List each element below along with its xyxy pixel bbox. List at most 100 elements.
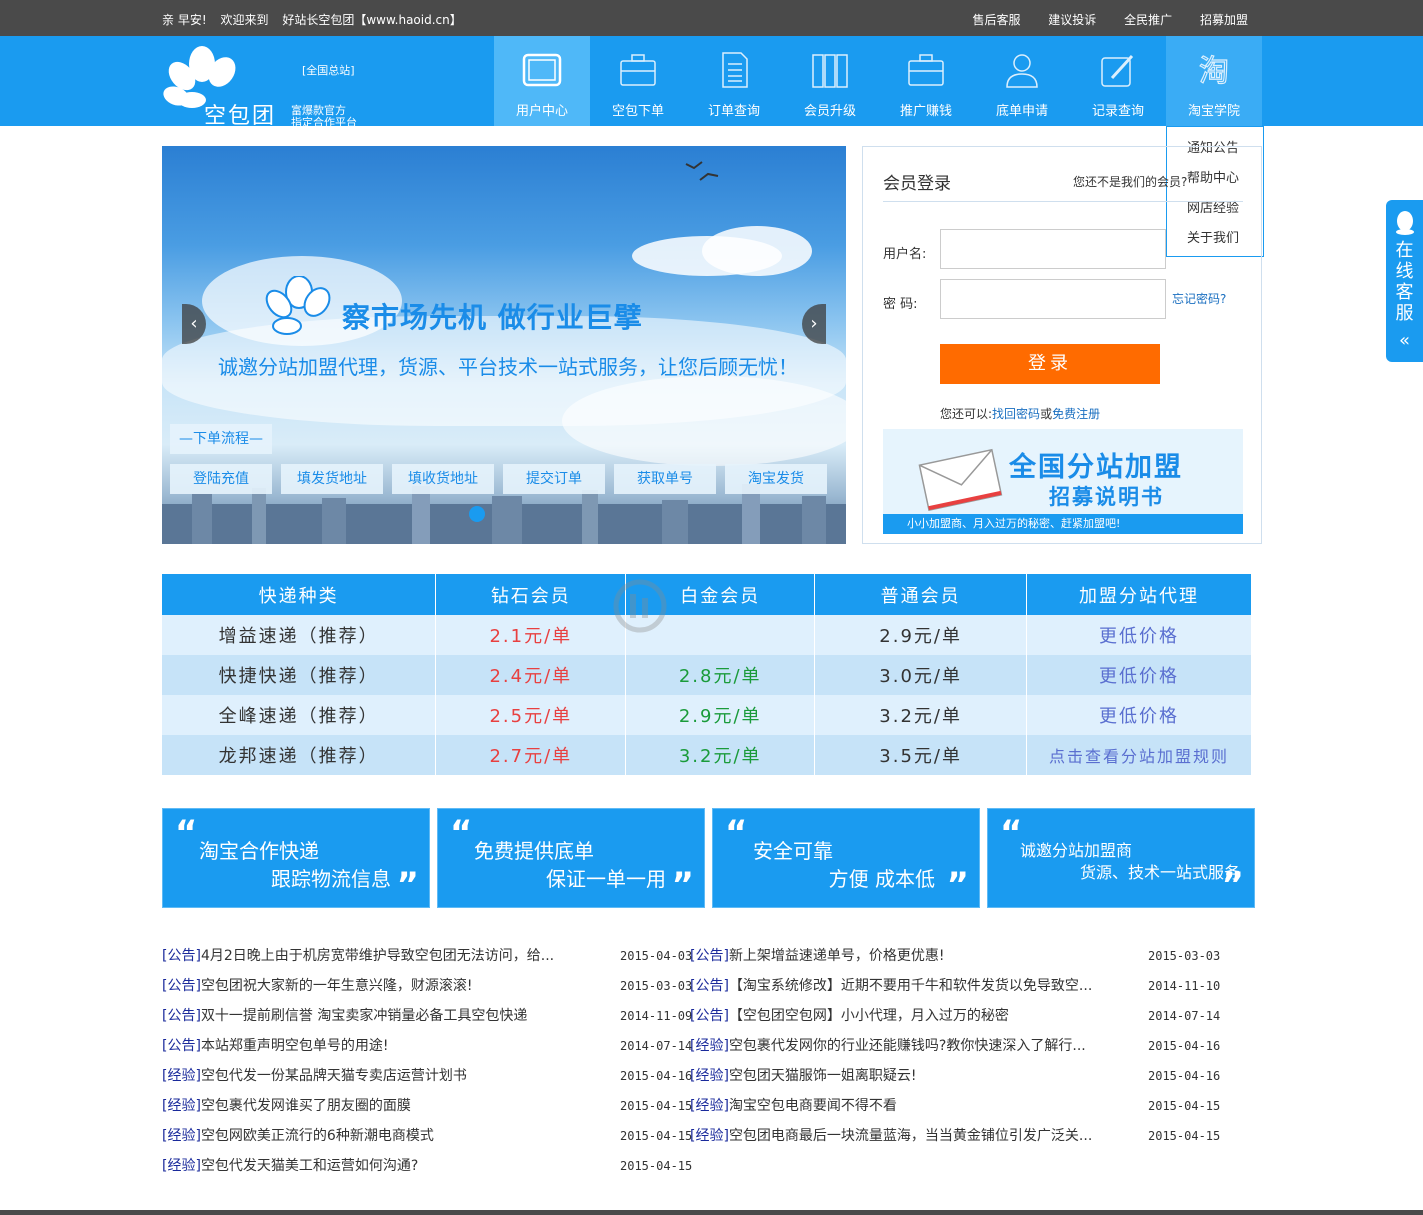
news-tag: [经验] xyxy=(162,1098,201,1114)
quote-open-icon: “ xyxy=(725,813,748,853)
price-franchise[interactable]: 更低价格 xyxy=(1026,615,1252,655)
nav-receipt-apply[interactable]: 底单申请 xyxy=(974,36,1070,126)
quote-open-icon: “ xyxy=(1000,813,1023,853)
quote-open-icon: “ xyxy=(175,813,198,853)
quote-close-icon: ” xyxy=(671,865,694,905)
greeting-hello: 亲 早安! xyxy=(162,13,207,27)
step-recharge[interactable]: 登陆充值 xyxy=(170,464,272,494)
price-franchise[interactable]: 更低价格 xyxy=(1026,655,1252,695)
login-button[interactable]: 登录 xyxy=(940,344,1160,384)
price-platinum: 3.2元/单 xyxy=(625,735,816,775)
list-item[interactable]: [公告]本站郑重声明空包单号的用途! 2014-07-14 xyxy=(162,1036,692,1066)
online-service[interactable]: 在线客服 « xyxy=(1386,200,1423,362)
nav-order-query[interactable]: 订单查询 xyxy=(686,36,782,126)
link-complaint[interactable]: 建议投诉 xyxy=(1048,13,1096,27)
list-item[interactable]: [经验]空包网欧美正流行的6种新潮电商模式 2015-04-15 xyxy=(162,1126,692,1156)
step-sender-address[interactable]: 填发货地址 xyxy=(281,464,383,494)
step-get-number[interactable]: 获取单号 xyxy=(614,464,716,494)
user-icon xyxy=(1006,54,1038,88)
news-title: 本站郑重声明空包单号的用途! xyxy=(200,1038,389,1054)
feature-line1: 免费提供底单 xyxy=(474,839,594,863)
price-platinum: 2.9元/单 xyxy=(625,695,816,735)
promo-strip: 小小加盟商、月入过万的秘密、赶紧加盟吧! xyxy=(883,514,1243,534)
forgot-password-link[interactable]: 忘记密码? xyxy=(1172,290,1226,307)
list-item[interactable]: [公告]空包团祝大家新的一年生意兴隆，财源滚滚! 2015-03-03 xyxy=(162,976,692,1006)
franchise-rules-link[interactable]: 点击查看分站加盟规则 xyxy=(1026,735,1252,775)
news-tag: [经验] xyxy=(690,1098,729,1114)
divider xyxy=(883,201,1243,202)
feature-card: “ 淘宝合作快递 跟踪物流信息 ” xyxy=(162,808,430,908)
list-item[interactable]: [公告]4月2日晚上由于机房宽带维护导致空包团无法访问，给... 2015-04-… xyxy=(162,946,692,976)
news-date: 2014-07-14 xyxy=(620,1039,693,1053)
nav-user-center[interactable]: 用户中心 xyxy=(494,36,590,126)
table-row: 快捷快递（推荐） 2.4元/单 2.8元/单 3.0元/单 更低价格 xyxy=(162,655,1252,695)
news-title: 【空包团空包网】小小代理，月入过万的秘密 xyxy=(728,1008,1009,1024)
pen-icon xyxy=(1101,54,1134,87)
express-name: 快捷快递（推荐） xyxy=(162,655,437,695)
list-item[interactable]: [公告]【淘宝系统修改】近期不要用千牛和软件发货以免导致空... 2014-11-… xyxy=(690,976,1220,1006)
process-title: —下单流程— xyxy=(170,424,272,454)
nav-label: 底单申请 xyxy=(995,104,1048,119)
express-name: 全峰速递（推荐） xyxy=(162,695,437,735)
link-promotion[interactable]: 全民推广 xyxy=(1124,13,1172,27)
alt-prefix: 您还可以: xyxy=(940,407,993,421)
news-date: 2014-11-10 xyxy=(1148,979,1221,993)
nav-taobao-academy[interactable]: 淘 淘宝学院 xyxy=(1166,36,1262,126)
brand-name: 空包团 xyxy=(204,104,277,129)
birds-icon xyxy=(685,161,719,181)
list-item[interactable]: [经验]空包团电商最后一块流量蓝海，当当黄金铺位引发广泛关... 2015-04-… xyxy=(690,1126,1220,1156)
quote-close-icon: ” xyxy=(946,865,969,905)
news-title: 空包裹代发网谁买了朋友圈的面膜 xyxy=(200,1098,411,1114)
list-item[interactable]: [经验]空包代发一份某品牌天猫专卖店运营计划书 2015-04-16 xyxy=(162,1066,692,1096)
header: [全国总站] 空包团 富爆款官方 指定合作平台 用户中心 空包下单 订单查询 会… xyxy=(0,36,1423,129)
step-receiver-address[interactable]: 填收货地址 xyxy=(392,464,494,494)
news-title: 空包代发一份某品牌天猫专卖店运营计划书 xyxy=(200,1068,467,1084)
site-logo[interactable]: [全国总站] 空包团 富爆款官方 指定合作平台 xyxy=(162,46,362,129)
taobao-icon: 淘 xyxy=(1198,53,1229,89)
nav-place-order[interactable]: 空包下单 xyxy=(590,36,686,126)
free-register-link[interactable]: 免费注册 xyxy=(1052,407,1100,421)
list-item[interactable]: [经验]空包团天猫服饰一姐离职疑云! 2015-04-16 xyxy=(690,1066,1220,1096)
login-title: 会员登录 xyxy=(883,174,951,194)
shell-logo-icon xyxy=(265,276,331,335)
list-item[interactable]: [公告]新上架增益速递单号，价格更优惠! 2015-03-03 xyxy=(690,946,1220,976)
express-name: 龙邦速递（推荐） xyxy=(162,735,437,775)
feature-line2: 货源、技术一站式服务 xyxy=(1079,863,1240,882)
nav-upgrade[interactable]: 会员升级 xyxy=(782,36,878,126)
login-panel: 会员登录 您还不是我们的会员? 用户名: 密 码: 忘记密码? 登录 您还可以:… xyxy=(862,146,1262,544)
list-item[interactable]: [公告]【空包团空包网】小小代理，月入过万的秘密 2014-07-14 xyxy=(690,1006,1220,1036)
table-row: 龙邦速递（推荐） 2.7元/单 3.2元/单 3.5元/单 点击查看分站加盟规则 xyxy=(162,735,1252,775)
carousel-dot[interactable] xyxy=(469,506,485,522)
link-recruit[interactable]: 招募加盟 xyxy=(1200,13,1248,27)
quote-open-icon: “ xyxy=(450,813,473,853)
cloud xyxy=(702,226,812,276)
step-submit-order[interactable]: 提交订单 xyxy=(503,464,605,494)
news-title: 空包团祝大家新的一年生意兴隆，财源滚滚! xyxy=(200,978,473,994)
header-franchise: 加盟分站代理 xyxy=(1026,574,1252,615)
franchise-promo[interactable]: 全国分站加盟 招募说明书 小小加盟商、月入过万的秘密、赶紧加盟吧! xyxy=(883,429,1243,534)
top-links: 售后客服 建议投诉 全民推广 招募加盟 xyxy=(948,11,1248,28)
register-hint[interactable]: 您还不是我们的会员? xyxy=(1073,173,1187,190)
price-diamond: 2.1元/单 xyxy=(435,615,627,655)
list-item[interactable]: [经验]空包代发天猫美工和运营如何沟通? 2015-04-15 xyxy=(162,1156,692,1186)
nav-record-query[interactable]: 记录查询 xyxy=(1070,36,1166,126)
banner-subtitle: 诚邀分站加盟代理，货源、平台技术一站式服务，让您后顾无忧！ xyxy=(218,355,798,379)
service-text: 在线客服 xyxy=(1395,240,1414,324)
alt-options: 您还可以:找回密码或免费注册 xyxy=(940,405,1100,422)
news-title: 新上架增益速递单号，价格更优惠! xyxy=(728,948,945,964)
price-franchise[interactable]: 更低价格 xyxy=(1026,695,1252,735)
recover-password-link[interactable]: 找回密码 xyxy=(992,407,1040,421)
password-input[interactable] xyxy=(940,279,1166,319)
nav-earn[interactable]: 推广赚钱 xyxy=(878,36,974,126)
list-item[interactable]: [经验]淘宝空包电商要闻不得不看 2015-04-15 xyxy=(690,1096,1220,1126)
top-bar: 亲 早安! 欢迎来到 好站长空包团【www.haoid.cn】 售后客服 建议投… xyxy=(0,0,1423,36)
list-item[interactable]: [公告]双十一提前刷信誉 淘宝卖家冲销量必备工具空包快递 2014-11-09 xyxy=(162,1006,692,1036)
list-item[interactable]: [经验]空包裹代发网你的行业还能赚钱吗?教你快速深入了解行... 2015-04-… xyxy=(690,1036,1220,1066)
step-taobao-ship[interactable]: 淘宝发货 xyxy=(725,464,827,494)
news-tag: [公告] xyxy=(690,948,729,964)
price-regular: 3.0元/单 xyxy=(814,655,1028,695)
username-input[interactable] xyxy=(940,229,1166,269)
link-after-sales[interactable]: 售后客服 xyxy=(972,13,1020,27)
list-item[interactable]: [经验]空包裹代发网谁买了朋友圈的面膜 2015-04-15 xyxy=(162,1096,692,1126)
feature-line1: 淘宝合作快递 xyxy=(199,839,319,863)
